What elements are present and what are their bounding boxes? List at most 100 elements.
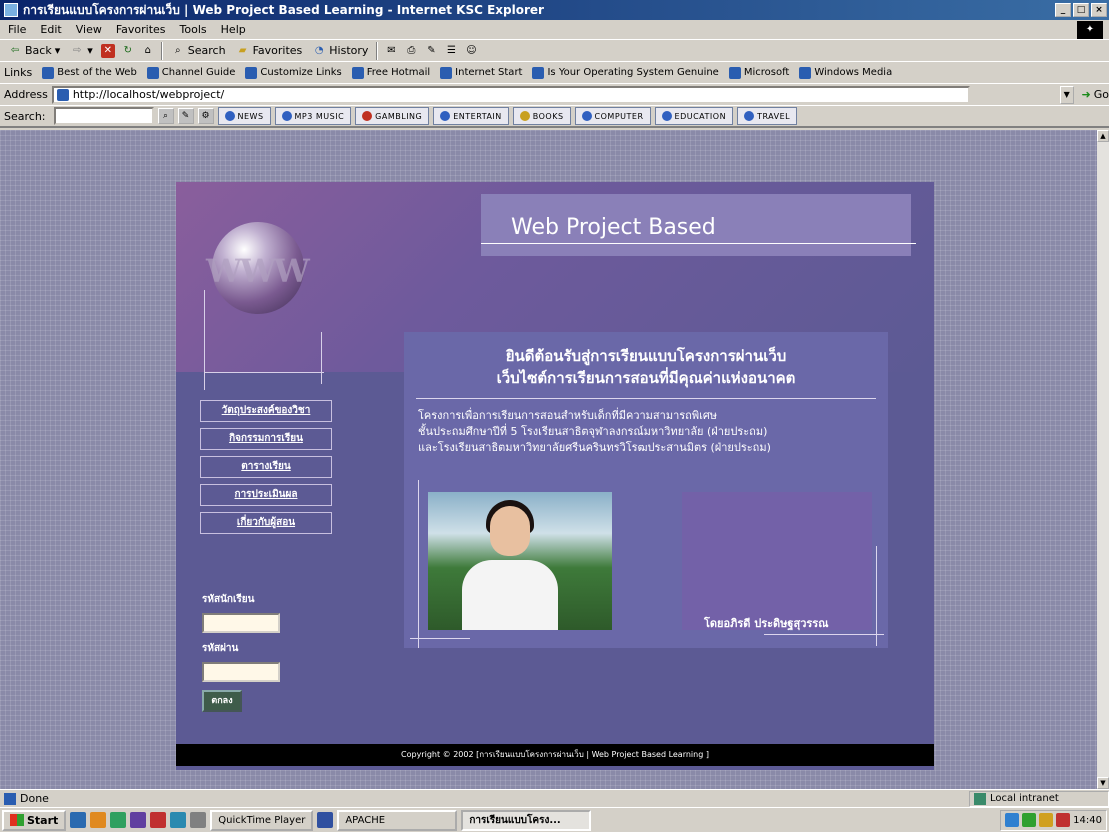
menu-view[interactable]: View [76, 23, 102, 36]
history-icon: ◔ [314, 44, 324, 56]
search-button[interactable]: ⌕ Search [169, 44, 228, 58]
category-label: ENTERTAIN [453, 111, 502, 121]
edit-page-icon[interactable]: ✎ [424, 44, 438, 58]
decorative-line [418, 480, 419, 648]
home-icon[interactable]: ⌂ [141, 44, 155, 58]
address-input[interactable]: http://localhost/webproject/ [51, 85, 970, 104]
decorative-line [876, 546, 877, 646]
forward-button[interactable]: ⇨ ▾ [68, 44, 95, 58]
category-travel-button[interactable]: TRAVEL [737, 107, 798, 125]
stop-icon[interactable]: ✕ [100, 43, 115, 58]
quicklaunch-icon[interactable] [110, 812, 127, 828]
nav-evaluation[interactable]: การประเมินผล [200, 484, 332, 506]
login-submit-button[interactable]: ตกลง [202, 690, 242, 712]
taskbar: Start QuickTime Player APACHE การเรียนแบ… [0, 807, 1109, 832]
highlight-icon[interactable]: ✎ [177, 108, 194, 124]
scroll-up-icon[interactable]: ▲ [1097, 130, 1109, 142]
minimize-button[interactable]: _ [1055, 3, 1071, 17]
decorative-line [204, 290, 205, 390]
photo-detail [490, 506, 530, 556]
vertical-scrollbar[interactable]: ▲ ▼ [1097, 130, 1109, 789]
quicklaunch-icon[interactable] [130, 812, 147, 828]
link-best-of-the-web[interactable]: Best of the Web [42, 66, 137, 79]
nav-course-objectives[interactable]: วัตถุประสงค์ของวิชา [200, 400, 332, 422]
scroll-down-icon[interactable]: ▼ [1097, 777, 1109, 789]
maximize-button[interactable]: □ [1073, 3, 1089, 17]
link-windows-media[interactable]: Windows Media [799, 66, 893, 79]
page-done-icon [4, 792, 16, 805]
nav-learning-activities[interactable]: กิจกรรมการเรียน [200, 428, 332, 450]
print-icon[interactable]: ⎙ [404, 44, 418, 58]
tray-icon[interactable] [1056, 813, 1071, 827]
favorites-button[interactable]: ▰ Favorites [234, 44, 305, 58]
favorites-label: Favorites [252, 44, 303, 57]
category-computer-button[interactable]: COMPUTER [574, 107, 651, 125]
quicklaunch-icon[interactable] [90, 812, 107, 828]
nav-about-instructor[interactable]: เกี่ยวกับผู้สอน [200, 512, 332, 534]
category-music-button[interactable]: MP3 MUSIC [274, 107, 352, 125]
address-bar: Address http://localhost/webproject/ ▼ ➜… [0, 84, 1109, 106]
tray-icon[interactable] [1005, 813, 1020, 827]
category-label: TRAVEL [757, 111, 791, 121]
link-label: Best of the Web [57, 67, 137, 78]
task-browser[interactable]: การเรียนแบบโครง... [461, 809, 592, 831]
category-books-button[interactable]: BOOKS [512, 107, 571, 125]
page-icon [440, 66, 453, 79]
options-icon[interactable]: ⚙ [197, 108, 214, 124]
link-label: Free Hotmail [366, 67, 431, 78]
messenger-icon[interactable]: ☺ [464, 44, 478, 58]
close-button[interactable]: × [1091, 3, 1107, 17]
description-line: โครงการเพื่อการเรียนการสอนสำหรับเด็กที่ม… [418, 409, 718, 422]
history-button[interactable]: ◔ History [310, 44, 370, 58]
link-label: Windows Media [814, 67, 893, 78]
menu-favorites[interactable]: Favorites [116, 23, 166, 36]
link-os-genuine[interactable]: Is Your Operating System Genuine [532, 66, 719, 79]
welcome-subheading: เว็บไซต์การเรียนการสอนที่มีคุณค่าแห่งอนา… [496, 369, 796, 387]
back-button[interactable]: ⇦ Back ▾ [6, 44, 62, 58]
go-button[interactable]: ➜ Go [1082, 88, 1109, 101]
instructor-photo [428, 492, 612, 630]
mail-icon[interactable]: ✉ [384, 44, 398, 58]
link-label: Is Your Operating System Genuine [547, 67, 719, 78]
link-channel-guide[interactable]: Channel Guide [146, 66, 236, 79]
quicklaunch-icon[interactable] [170, 812, 187, 828]
back-arrow-icon: ⇦ [10, 44, 20, 56]
category-entertain-button[interactable]: ENTERTAIN [433, 107, 509, 125]
refresh-icon[interactable]: ↻ [121, 44, 135, 58]
quicklaunch-icon[interactable] [317, 812, 334, 828]
search-input[interactable] [53, 107, 154, 125]
link-microsoft[interactable]: Microsoft [728, 66, 789, 79]
address-dropdown-icon[interactable]: ▼ [1059, 85, 1074, 104]
start-button[interactable]: Start [2, 809, 67, 831]
quicklaunch-icon[interactable] [70, 812, 87, 828]
tray-icon[interactable] [1039, 813, 1054, 827]
start-label: Start [27, 813, 59, 827]
links-bar: Links Best of the Web Channel Guide Cust… [0, 62, 1109, 84]
search-go-icon[interactable]: ⌕ [157, 108, 174, 124]
link-free-hotmail[interactable]: Free Hotmail [351, 66, 431, 79]
quicklaunch-icon[interactable] [150, 812, 167, 828]
category-gambling-button[interactable]: GAMBLING [355, 107, 430, 125]
link-internet-start[interactable]: Internet Start [440, 66, 522, 79]
menu-file[interactable]: File [8, 23, 26, 36]
link-label: Channel Guide [161, 67, 236, 78]
link-customize-links[interactable]: Customize Links [245, 66, 342, 79]
task-quicktime[interactable]: QuickTime Player [210, 809, 314, 831]
discuss-icon[interactable]: ☰ [444, 44, 458, 58]
menu-tools[interactable]: Tools [180, 23, 207, 36]
category-education-button[interactable]: EDUCATION [654, 107, 734, 125]
category-news-button[interactable]: NEWS [217, 107, 271, 125]
password-input[interactable] [202, 662, 280, 682]
tray-icon[interactable] [1022, 813, 1037, 827]
quicklaunch-icon[interactable] [190, 812, 207, 828]
nav-schedule[interactable]: ตารางเรียน [200, 456, 332, 478]
task-apache[interactable]: APACHE [337, 809, 458, 831]
window-titlebar: การเรียนแบบโครงการผ่านเว็บ | Web Project… [0, 0, 1109, 20]
toolbar-separator [376, 41, 379, 60]
student-id-input[interactable] [202, 613, 280, 633]
forward-arrow-icon: ⇨ [73, 44, 82, 56]
page-icon [532, 66, 545, 79]
menu-help[interactable]: Help [221, 23, 246, 36]
menu-edit[interactable]: Edit [40, 23, 61, 36]
clock: 14:40 [1073, 814, 1102, 826]
